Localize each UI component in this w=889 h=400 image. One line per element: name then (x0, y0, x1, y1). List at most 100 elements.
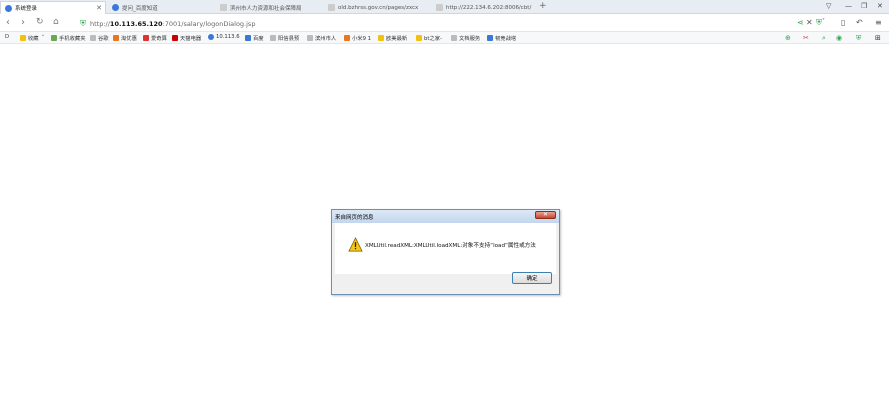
page-icon (307, 35, 313, 41)
bookmark-label: 小米9 1 (352, 36, 372, 42)
sidebar-toggle-icon[interactable]: D (5, 34, 9, 40)
phone-icon (51, 35, 57, 41)
bookmark-label: 滨州市人 (315, 36, 337, 42)
bookmark-item[interactable]: 阳信县预 (270, 34, 299, 42)
refresh-button[interactable]: ↻ (36, 17, 44, 27)
tab-old-bzhrss[interactable]: old.bzhrss.gov.cn/pages/zxcx (324, 1, 430, 14)
game-icon[interactable]: ◉ (836, 34, 842, 42)
tab-label: http://222.134.6.202:8006/cbt/ (446, 4, 532, 11)
bookmark-label: 韧竞战塔 (495, 36, 517, 42)
dialog-body: XMLUtil.readXML:XMLUtil.loadXML:对象不支持“lo… (335, 223, 556, 274)
tab-label: old.bzhrss.gov.cn/pages/zxcx (338, 4, 419, 11)
close-small-icon[interactable]: ✕ (806, 18, 813, 27)
shirt-icon[interactable]: ▽ (826, 2, 831, 10)
grid-icon[interactable]: ⊞ (875, 34, 881, 42)
shield-icon: ⛨ (80, 18, 86, 28)
bookmark-item[interactable]: 文档服务 (451, 34, 480, 42)
url-path: :7001/salary/logonDialog.jsp (162, 19, 256, 28)
url-host: 10.113.65.120 (109, 19, 163, 28)
tab-binzhou-hrss[interactable]: 滨州市人力资源和社会保障局 (216, 1, 322, 14)
bookmark-item[interactable]: 淘优惠 (113, 34, 137, 42)
star-icon (378, 35, 384, 41)
bookmark-item[interactable]: 小米9 1 (344, 34, 371, 42)
dialog-close-button[interactable]: ✕ (535, 211, 556, 219)
bookmark-item[interactable]: 手机收藏夹 (51, 34, 86, 42)
site-icon (344, 35, 350, 41)
paw-icon (112, 4, 119, 11)
minimize-button[interactable]: — (845, 2, 852, 10)
page-icon (451, 35, 457, 41)
share-icon[interactable]: ⋖ (797, 18, 804, 27)
back-button[interactable]: ‹ (6, 17, 10, 28)
address-bar[interactable]: ⛨ http:// 10.113.65.120 :7001/salary/log… (80, 17, 792, 30)
forward-button[interactable]: › (21, 17, 25, 28)
ok-button[interactable]: 确定 (512, 272, 552, 284)
bookmark-label: 谷歌 (98, 36, 109, 42)
bookmark-item[interactable]: 谷歌 (90, 34, 109, 42)
page-icon (220, 4, 227, 11)
navigation-toolbar: ‹ › ↻ ⌂ ⛨ http:// 10.113.65.120 :7001/sa… (0, 15, 889, 32)
bookmark-item[interactable]: bt之家- (416, 34, 442, 42)
page-icon (90, 35, 96, 41)
dialog-title: 来自网页的消息 (335, 215, 374, 221)
bookmark-item[interactable]: 滨州市人 (307, 34, 336, 42)
bookmarks-bar: D 收藏 ˅ 手机收藏夹 谷歌 淘优惠 爱奇算 天猫电器 10.113.6 百度… (0, 32, 889, 44)
bookmark-item[interactable]: 百度 (245, 34, 264, 42)
alert-dialog: 来自网页的消息 ✕ XMLUtil.readXML:XMLUtil.loadXM… (331, 209, 560, 295)
site-icon (172, 35, 178, 41)
page-icon (270, 35, 276, 41)
chevron-down-icon[interactable]: ˅ (822, 18, 825, 25)
paw-icon (487, 35, 493, 41)
maximize-button[interactable]: ❐ (861, 2, 867, 10)
dialog-message: XMLUtil.readXML:XMLUtil.loadXML:对象不支持“lo… (365, 243, 536, 249)
bookmark-label: 10.113.6 (216, 34, 240, 40)
paw-icon (245, 35, 251, 41)
bookmark-item[interactable]: 欧美最新 (378, 34, 407, 42)
globe-icon (208, 34, 214, 40)
bookmark-item[interactable]: 天猫电器 (172, 34, 201, 42)
shield-check-icon[interactable]: ⛨ (856, 34, 861, 43)
bookmark-item[interactable]: 韧竞战塔 (487, 34, 516, 42)
home-button[interactable]: ⌂ (53, 17, 59, 27)
cut-icon[interactable]: ✂ (803, 34, 809, 42)
bookmark-item[interactable]: 10.113.6 (208, 34, 240, 40)
extension-icon[interactable]: ⊕ (785, 34, 791, 42)
menu-icon[interactable]: ≡ (875, 18, 882, 27)
site-icon (113, 35, 119, 41)
globe-icon (5, 4, 12, 12)
search-icon[interactable]: ⌕ (822, 34, 826, 43)
bookmark-label: 手机收藏夹 (59, 36, 86, 42)
close-icon[interactable]: ✕ (96, 4, 102, 12)
page-icon (436, 4, 443, 11)
page-icon (328, 4, 335, 11)
bookmark-label: 天猫电器 (180, 36, 202, 42)
tab-label: 提问_百度知道 (122, 5, 158, 12)
tab-bar: 系统登录 ✕ 提问_百度知道 滨州市人力资源和社会保障局 old.bzhrss.… (0, 0, 889, 14)
bookmark-item[interactable]: 爱奇算 (143, 34, 167, 42)
bookmark-label: 文档服务 (459, 36, 481, 42)
warning-icon (348, 237, 363, 252)
bookmark-label: 收藏 (28, 36, 39, 42)
star-icon (416, 35, 422, 41)
bookmark-label: 欧美最新 (386, 36, 408, 42)
bookmark-label: bt之家- (424, 36, 442, 42)
bookmark-label: 淘优惠 (121, 36, 137, 42)
bookmark-label: 爱奇算 (151, 36, 167, 42)
tab-label: 系统登录 (15, 6, 38, 12)
dialog-titlebar[interactable]: 来自网页的消息 ✕ (332, 210, 559, 223)
tab-baidu-zhidao[interactable]: 提问_百度知道 (108, 1, 214, 14)
undo-icon[interactable]: ↶ (856, 18, 863, 27)
bookmark-favorites[interactable]: 收藏 ˅ (20, 34, 44, 42)
phone-icon[interactable]: ▯ (841, 18, 845, 27)
url-prefix: http:// (90, 19, 110, 28)
tab-label: 滨州市人力资源和社会保障局 (230, 5, 302, 12)
new-tab-button[interactable]: + (539, 1, 547, 11)
tab-cbt[interactable]: http://222.134.6.202:8006/cbt/ (432, 1, 536, 14)
chevron-down-icon: ˅ (41, 35, 45, 41)
site-icon (143, 35, 149, 41)
star-icon (20, 35, 26, 41)
bookmark-label: 百度 (253, 36, 264, 42)
bookmark-label: 阳信县预 (278, 36, 300, 42)
close-window-button[interactable]: ✕ (877, 2, 883, 10)
tab-system-login[interactable]: 系统登录 ✕ (0, 1, 106, 14)
